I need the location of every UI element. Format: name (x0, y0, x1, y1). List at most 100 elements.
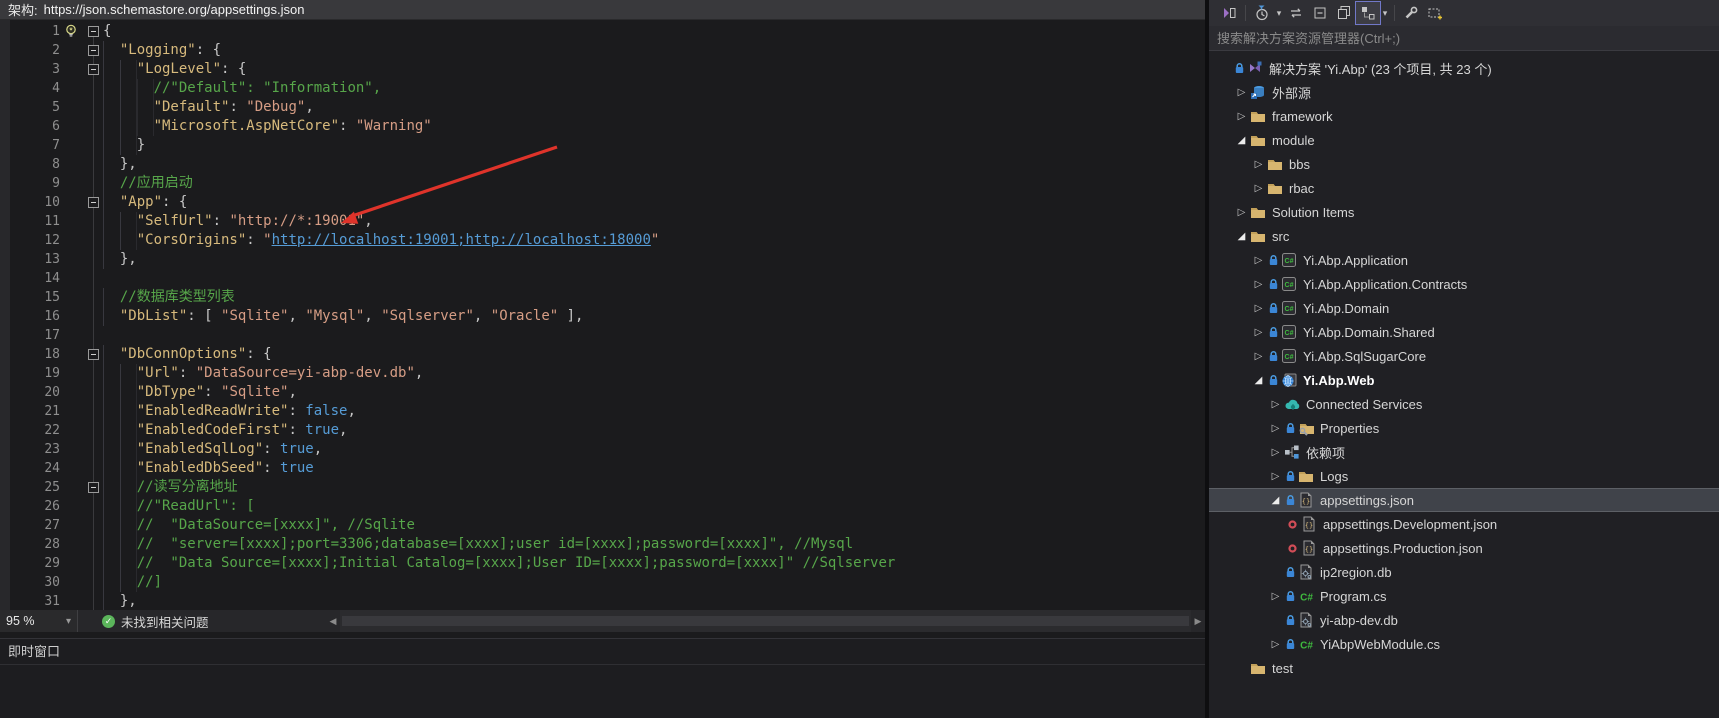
code-line[interactable]: //"Default": "Information", (103, 79, 895, 98)
tree-item--yi.abp-23-23-[interactable]: 解决方案 'Yi.Abp' (23 个项目, 共 23 个) (1209, 56, 1719, 80)
code-line[interactable]: "Url": "DataSource=yi-abp-dev.db", (103, 364, 895, 383)
code-line[interactable]: { (103, 22, 895, 41)
tree-item-rbac[interactable]: ▷rbac (1209, 176, 1719, 200)
sync-with-active-document-icon[interactable] (1284, 2, 1308, 24)
expand-arrow-icon[interactable]: ▷ (1234, 111, 1249, 122)
code-line[interactable]: //] (103, 573, 895, 592)
expand-arrow-icon[interactable]: ▷ (1268, 447, 1283, 458)
tree-item-yiabpwebmodule.cs[interactable]: ▷C#YiAbpWebModule.cs (1209, 632, 1719, 656)
tree-item-appsettings.json[interactable]: ◢{}appsettings.json (1209, 488, 1719, 512)
tree-item-yi.abp.application.contracts[interactable]: ▷C#Yi.Abp.Application.Contracts (1209, 272, 1719, 296)
code-line[interactable]: "EnabledReadWrite": false, (103, 402, 895, 421)
collapse-all-icon[interactable] (1308, 2, 1332, 24)
show-all-files-icon[interactable] (1332, 2, 1356, 24)
expand-arrow-icon[interactable]: ▷ (1268, 471, 1283, 482)
scroll-left-icon[interactable]: ◀ (326, 616, 340, 627)
expand-arrow-icon[interactable]: ▷ (1268, 591, 1283, 602)
collapse-arrow-icon[interactable]: ◢ (1234, 231, 1249, 242)
tree-item-logs[interactable]: ▷Logs (1209, 464, 1719, 488)
expand-arrow-icon[interactable]: ▷ (1234, 87, 1249, 98)
collapse-arrow-icon[interactable]: ◢ (1234, 135, 1249, 146)
tree-item-test[interactable]: test (1209, 656, 1719, 680)
expand-arrow-icon[interactable]: ▷ (1251, 159, 1266, 170)
tree-item-connected-services[interactable]: ▷Connected Services (1209, 392, 1719, 416)
immediate-window-content[interactable] (0, 665, 1205, 718)
tree-item-bbs[interactable]: ▷bbs (1209, 152, 1719, 176)
collapse-arrow-icon[interactable]: ◢ (1268, 495, 1283, 506)
search-input[interactable] (1209, 26, 1719, 50)
code-line[interactable] (103, 326, 895, 345)
tree-item-yi-abp-dev.db[interactable]: yi-abp-dev.db (1209, 608, 1719, 632)
fold-marker[interactable] (88, 45, 99, 56)
code-line[interactable]: //数据库类型列表 (103, 288, 895, 307)
tree-item-yi.abp.web[interactable]: ◢Yi.Abp.Web (1209, 368, 1719, 392)
tree-item-properties[interactable]: ▷Properties (1209, 416, 1719, 440)
expand-arrow-icon[interactable]: ▷ (1251, 255, 1266, 266)
fold-marker[interactable] (88, 349, 99, 360)
expand-arrow-icon[interactable]: ▷ (1251, 279, 1266, 290)
collapse-arrow-icon[interactable]: ◢ (1251, 375, 1266, 386)
code-line[interactable]: "DbType": "Sqlite", (103, 383, 895, 402)
fold-marker[interactable] (88, 482, 99, 493)
expand-arrow-icon[interactable]: ▷ (1234, 207, 1249, 218)
fold-marker[interactable] (88, 197, 99, 208)
expand-arrow-icon[interactable]: ▷ (1268, 639, 1283, 650)
preview-selected-icon[interactable] (1423, 2, 1447, 24)
chevron-down-icon[interactable]: ▾ (1274, 8, 1284, 19)
tree-item--[interactable]: ▷依赖项 (1209, 440, 1719, 464)
code-line[interactable]: //"ReadUrl": [ (103, 497, 895, 516)
fold-marker[interactable] (88, 26, 99, 37)
code-line[interactable]: "EnabledCodeFirst": true, (103, 421, 895, 440)
code-line[interactable]: "Default": "Debug", (103, 98, 895, 117)
chevron-down-icon[interactable]: ▾ (1380, 8, 1390, 19)
code-line[interactable]: }, (103, 250, 895, 269)
code-line[interactable]: }, (103, 592, 895, 610)
code-line[interactable]: // "server=[xxxx];port=3306;database=[xx… (103, 535, 895, 554)
expand-arrow-icon[interactable]: ▷ (1251, 327, 1266, 338)
code-line[interactable]: "EnabledSqlLog": true, (103, 440, 895, 459)
lightbulb-icon[interactable] (63, 23, 79, 39)
expand-arrow-icon[interactable]: ▷ (1251, 303, 1266, 314)
tree-item-yi.abp.sqlsugarcore[interactable]: ▷C#Yi.Abp.SqlSugarCore (1209, 344, 1719, 368)
scrollbar-thumb[interactable] (342, 616, 1189, 626)
tree-item-appsettings.production.json[interactable]: {}appsettings.Production.json (1209, 536, 1719, 560)
tree-item-appsettings.development.json[interactable]: {}appsettings.Development.json (1209, 512, 1719, 536)
scroll-right-icon[interactable]: ▶ (1191, 616, 1205, 627)
code-line[interactable]: // "DataSource=[xxxx]", //Sqlite (103, 516, 895, 535)
code-line[interactable]: "DbConnOptions": { (103, 345, 895, 364)
tree-item-ip2region.db[interactable]: ip2region.db (1209, 560, 1719, 584)
code-editor[interactable]: 1234567891011121314151617181920212223242… (0, 20, 1205, 610)
tree-item--[interactable]: ▷外部源 (1209, 80, 1719, 104)
code-line[interactable]: "LogLevel": { (103, 60, 895, 79)
horizontal-scrollbar[interactable]: ◀ ▶ (326, 610, 1205, 632)
tree-item-program.cs[interactable]: ▷C#Program.cs (1209, 584, 1719, 608)
document-health-indicator[interactable]: ✓ 未找到相关问题 (102, 612, 209, 631)
fold-marker[interactable] (88, 64, 99, 75)
code-line[interactable]: //读写分离地址 (103, 478, 895, 497)
tree-item-framework[interactable]: ▷framework (1209, 104, 1719, 128)
properties-icon[interactable] (1399, 2, 1423, 24)
code-line[interactable]: // "Data Source=[xxxx];Initial Catalog=[… (103, 554, 895, 573)
switch-views-icon[interactable] (1217, 2, 1241, 24)
file-nesting-icon[interactable] (1356, 2, 1380, 24)
code-line[interactable]: "EnabledDbSeed": true (103, 459, 895, 478)
zoom-level-select[interactable]: 95 % ▾ (0, 610, 78, 632)
code-line[interactable]: "Logging": { (103, 41, 895, 60)
expand-arrow-icon[interactable]: ▷ (1268, 399, 1283, 410)
code-line[interactable]: "DbList": [ "Sqlite", "Mysql", "Sqlserve… (103, 307, 895, 326)
tree-item-solution-items[interactable]: ▷Solution Items (1209, 200, 1719, 224)
tree-item-label: appsettings.Production.json (1323, 541, 1483, 556)
expand-arrow-icon[interactable]: ▷ (1251, 183, 1266, 194)
code-content[interactable]: { "Logging": { "LogLevel": { //"Default"… (103, 22, 895, 610)
tree-item-src[interactable]: ◢src (1209, 224, 1719, 248)
expand-arrow-icon[interactable]: ▷ (1251, 351, 1266, 362)
scrollbar-track[interactable] (340, 610, 1191, 632)
schema-url-combobox[interactable]: https://json.schemastore.org/appsettings… (44, 2, 305, 17)
tree-item-yi.abp.domain.shared[interactable]: ▷C#Yi.Abp.Domain.Shared (1209, 320, 1719, 344)
tree-item-yi.abp.domain[interactable]: ▷C#Yi.Abp.Domain (1209, 296, 1719, 320)
tree-item-yi.abp.application[interactable]: ▷C#Yi.Abp.Application (1209, 248, 1719, 272)
expand-arrow-icon[interactable]: ▷ (1268, 423, 1283, 434)
tree-item-module[interactable]: ◢module (1209, 128, 1719, 152)
code-line[interactable] (103, 269, 895, 288)
history-filter-icon[interactable] (1250, 2, 1274, 24)
